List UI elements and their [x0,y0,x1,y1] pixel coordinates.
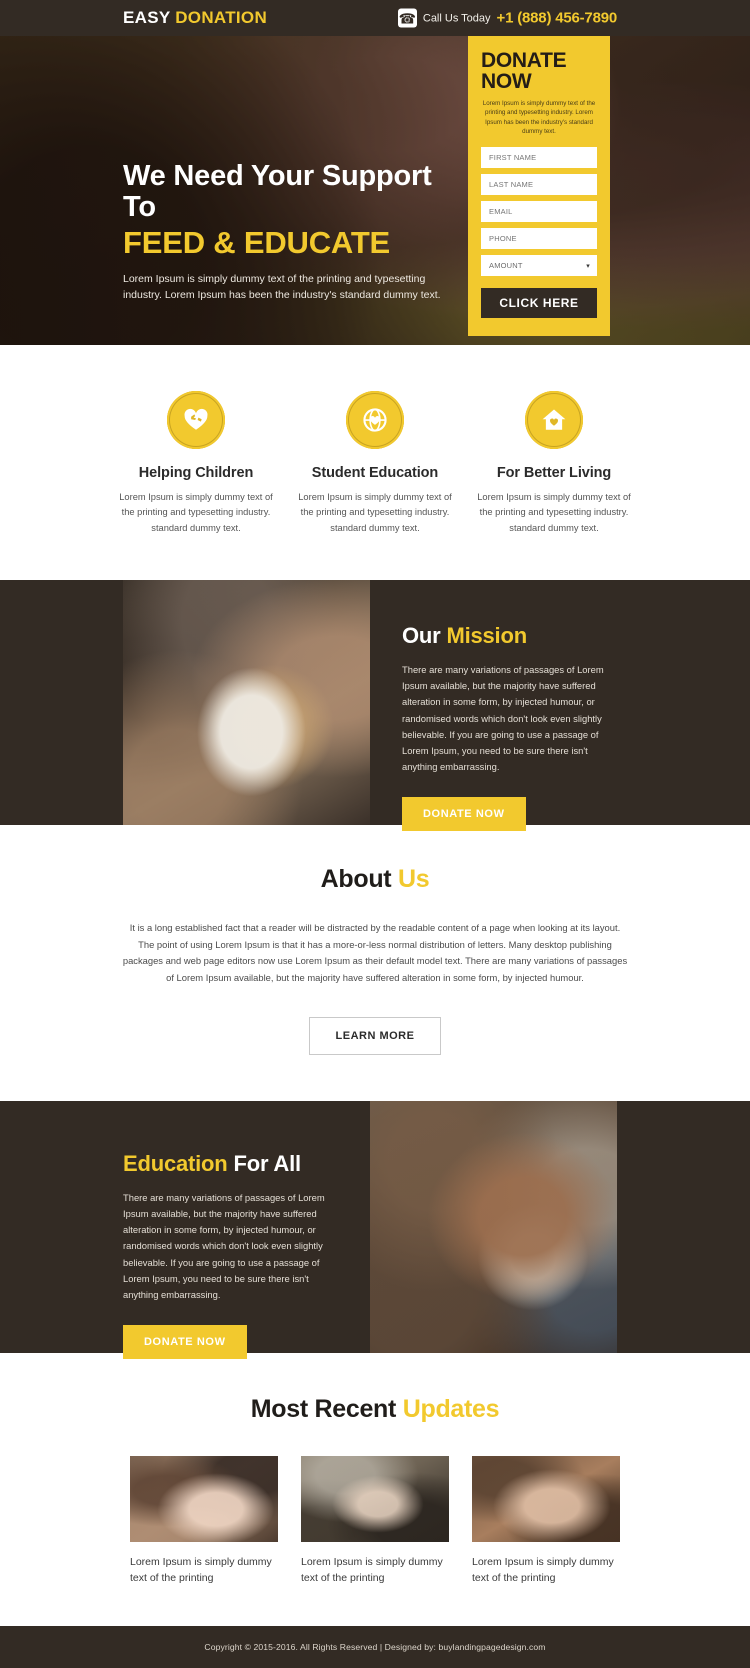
amount-select[interactable]: AMOUNT ▾ [481,255,597,277]
hero-paragraph: Lorem Ipsum is simply dummy text of the … [123,272,441,301]
feature-icon-wrap [525,391,583,449]
phone-icon: ☎ [397,8,417,28]
feature-icon-wrap [167,391,225,449]
email-input[interactable] [481,201,597,223]
phone-number[interactable]: +1 (888) 456-7890 [497,10,618,27]
updates-heading-yellow: Updates [402,1394,500,1423]
call-us-block[interactable]: ☎ Call Us Today +1 (888) 456-7890 [397,8,618,28]
footer: Copyright © 2015-2016. All Rights Reserv… [0,1626,750,1668]
mission-left-gutter [0,580,123,825]
about-heading-yellow: Us [398,864,430,893]
mission-heading: Our Mission [402,622,618,648]
education-paragraph: There are many variations of passages of… [123,1191,325,1300]
about-heading-dark: About [320,864,392,893]
update-card[interactable]: Lorem Ipsum is simply dummy text of the … [301,1455,449,1587]
last-name-input[interactable] [481,174,597,196]
feature-text: Lorem Ipsum is simply dummy text of the … [298,492,452,533]
education-heading: Education For All [123,1150,340,1176]
hero-heading-line2: FEED & EDUCATE [123,224,391,260]
hero-section: We Need Your Support To FEED & EDUCATE L… [0,36,750,345]
about-paragraph: It is a long established fact that a rea… [122,921,628,984]
phone-input[interactable] [481,228,597,250]
mission-body: Our Mission There are many variations of… [370,580,750,832]
education-section: Education For All There are many variati… [0,1100,750,1360]
update-card-image [301,1455,449,1542]
feature-card-student-education: Student Education Lorem Ipsum is simply … [297,391,453,536]
donate-form-title: DONATE NOW [481,49,567,93]
education-donate-button[interactable]: DONATE NOW [123,1325,247,1360]
donate-form-subtitle: Lorem Ipsum is simply dummy text of the … [482,100,596,135]
logo-secondary: DONATION [175,8,268,27]
feature-card-helping-children: Helping Children Lorem Ipsum is simply d… [118,391,274,536]
about-section: About Us It is a long established fact t… [0,824,750,1101]
first-name-input[interactable] [481,147,597,169]
call-label: Call Us Today [422,12,491,24]
mission-section: Our Mission There are many variations of… [0,579,750,832]
donate-form: DONATE NOW Lorem Ipsum is simply dummy t… [468,36,610,337]
hero-heading-line1: We Need Your Support To [123,160,432,224]
education-heading-yellow: Education [123,1150,228,1176]
learn-more-button[interactable]: LEARN MORE [308,1016,442,1055]
amount-select-value: AMOUNT [489,261,523,271]
education-image [370,1100,617,1353]
feature-icon-wrap [346,391,404,449]
mission-paragraph: There are many variations of passages of… [402,663,604,773]
feature-text: Lorem Ipsum is simply dummy text of the … [119,492,273,533]
mission-heading-yellow: Mission [446,622,527,648]
about-heading: About Us [0,865,750,894]
update-card-image [472,1455,620,1542]
donate-submit-button[interactable]: CLICK HERE [481,288,597,319]
features-section: Helping Children Lorem Ipsum is simply d… [0,345,750,580]
update-card-caption: Lorem Ipsum is simply dummy text of the … [472,1555,614,1584]
donate-form-fields: AMOUNT ▾ [481,147,597,277]
chevron-down-icon: ▾ [586,262,590,270]
updates-heading: Most Recent Updates [0,1395,750,1424]
top-bar: EASY DONATION ☎ Call Us Today +1 (888) 4… [0,0,750,36]
hero-copy: We Need Your Support To FEED & EDUCATE L… [123,160,453,303]
update-card-caption: Lorem Ipsum is simply dummy text of the … [130,1555,272,1584]
feature-text: Lorem Ipsum is simply dummy text of the … [477,492,631,533]
site-logo[interactable]: EASY DONATION [123,8,267,28]
education-body: Education For All There are many variati… [0,1101,370,1360]
mission-image [123,579,370,825]
update-card-image [130,1455,278,1542]
footer-copyright: Copyright © 2015-2016. All Rights Reserv… [204,1642,546,1653]
logo-primary: EASY [123,8,171,27]
feature-title: Student Education [311,465,439,481]
update-card[interactable]: Lorem Ipsum is simply dummy text of the … [472,1455,620,1587]
mission-donate-button[interactable]: DONATE NOW [402,797,526,832]
updates-heading-dark: Most Recent [250,1394,397,1423]
mission-heading-white: Our [402,622,441,648]
globe-heart-icon [363,408,387,432]
update-card[interactable]: Lorem Ipsum is simply dummy text of the … [130,1455,278,1587]
landing-page: EASY DONATION ☎ Call Us Today +1 (888) 4… [0,0,750,1668]
feature-title: Helping Children [138,465,254,481]
updates-card-list: Lorem Ipsum is simply dummy text of the … [0,1455,750,1587]
home-heart-icon [542,409,566,430]
heart-hands-icon [184,408,208,430]
updates-section: Most Recent Updates Lorem Ipsum is simpl… [0,1352,750,1627]
education-heading-white: For All [233,1150,301,1176]
feature-title: For Better Living [496,465,612,481]
feature-card-better-living: For Better Living Lorem Ipsum is simply … [476,391,632,536]
update-card-caption: Lorem Ipsum is simply dummy text of the … [301,1555,443,1584]
